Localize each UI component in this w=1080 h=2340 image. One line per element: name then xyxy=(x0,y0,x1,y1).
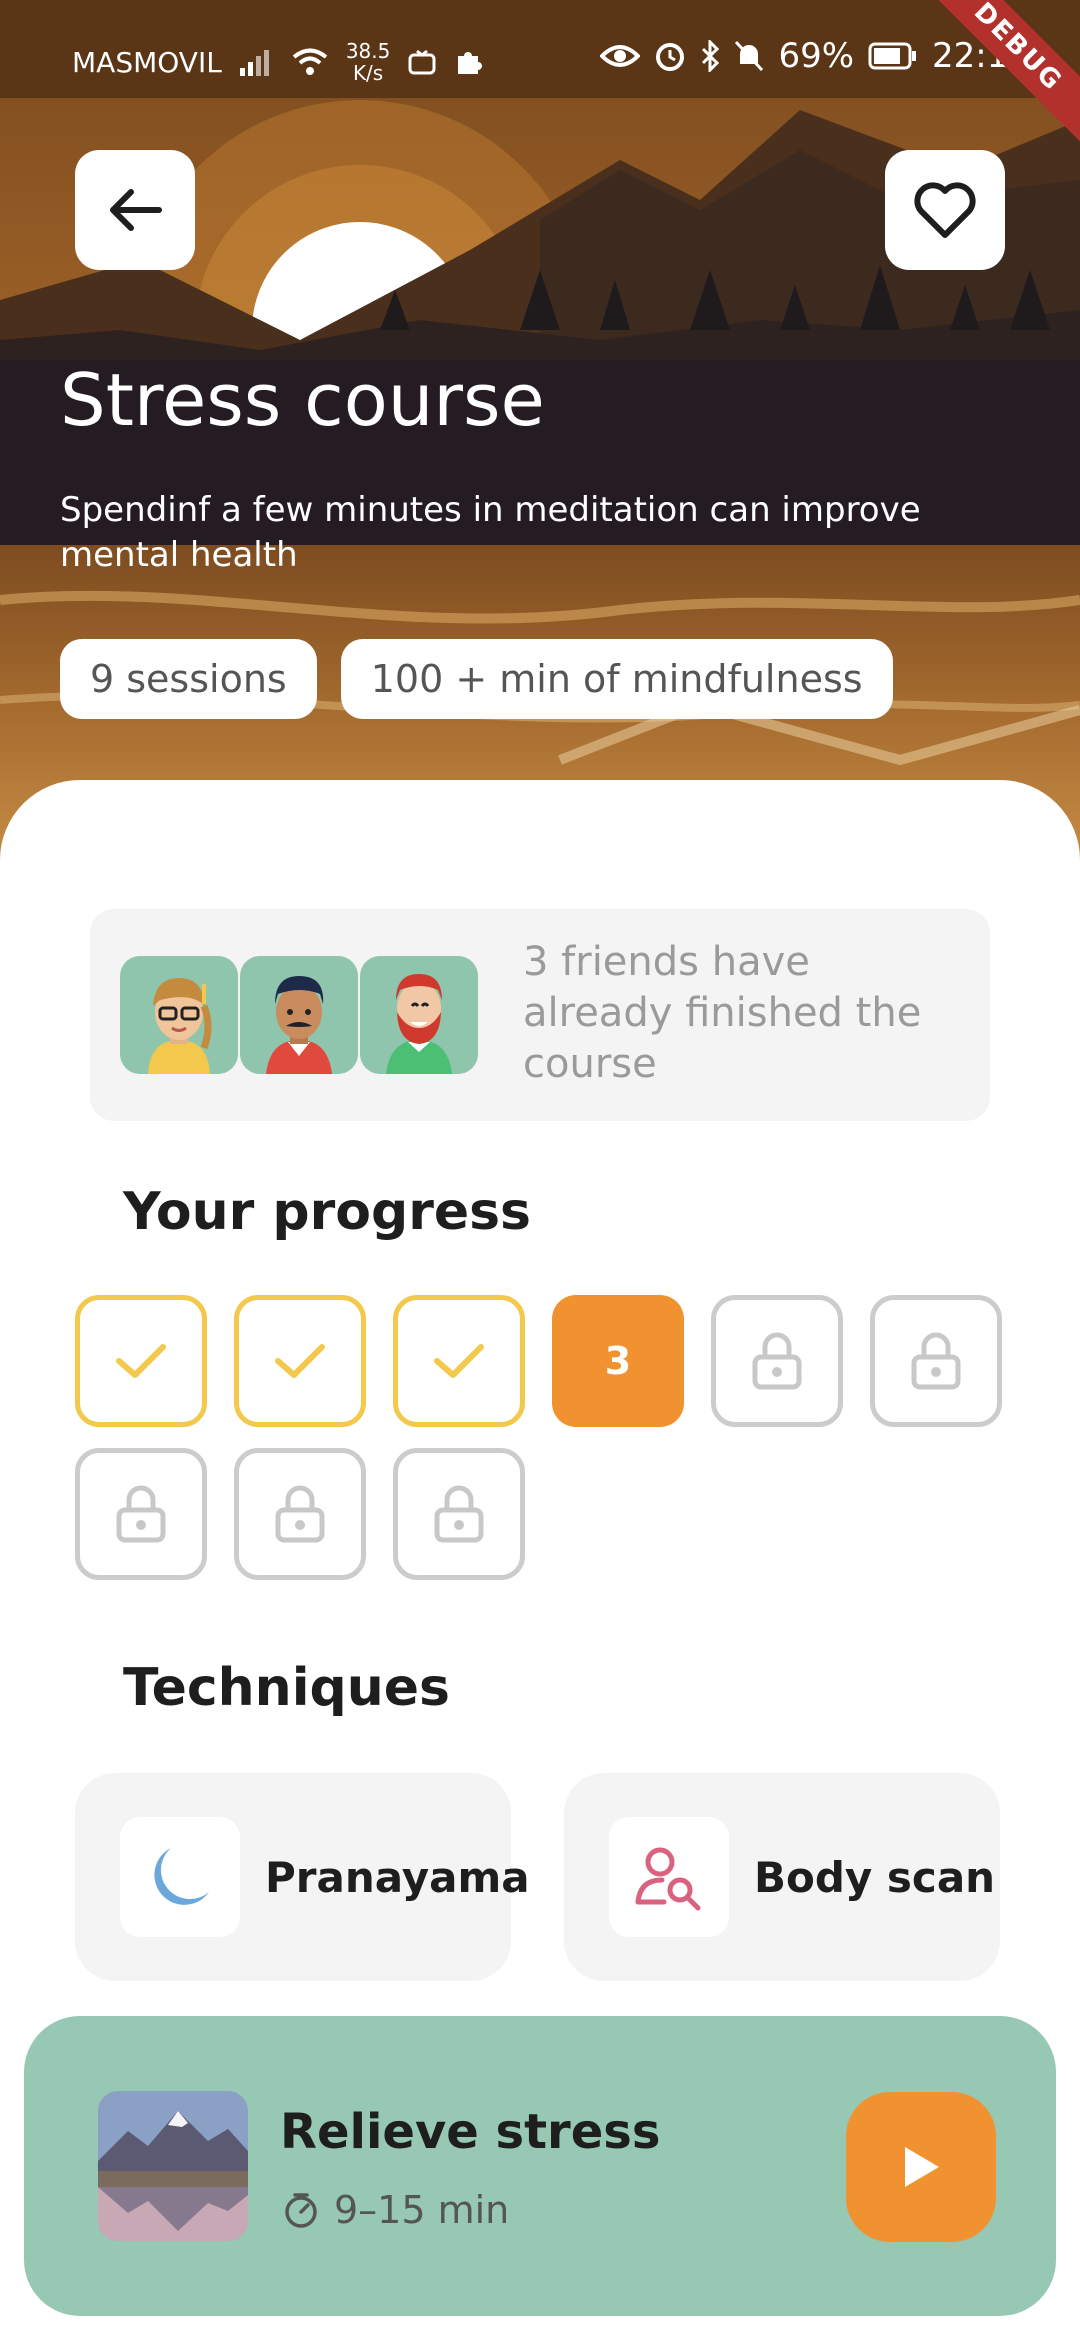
battery-percent: 69% xyxy=(778,36,855,76)
session-step-locked xyxy=(393,1448,525,1580)
course-stats: 9 sessions 100 + min of mindfulness xyxy=(60,639,893,719)
battery-icon xyxy=(868,42,917,70)
bell-off-icon xyxy=(735,40,764,72)
check-icon xyxy=(275,1344,325,1378)
now-playing-bar[interactable]: Relieve stress 9–15 min xyxy=(24,2016,1056,2316)
timer-icon xyxy=(285,2193,317,2228)
back-button[interactable] xyxy=(75,150,195,270)
session-step-2[interactable] xyxy=(234,1295,366,1427)
friend-avatar-3 xyxy=(360,956,478,1074)
friend-avatar-1 xyxy=(120,956,238,1074)
heart-icon xyxy=(914,182,976,238)
track-title: Relieve stress xyxy=(280,2104,661,2160)
technique-label: Body scan xyxy=(754,1853,996,1902)
arrow-left-icon xyxy=(110,189,162,231)
lock-icon xyxy=(434,1485,484,1543)
sessions-chip: 9 sessions xyxy=(60,639,317,719)
technique-label: Pranayama xyxy=(265,1853,530,1902)
session-step-locked xyxy=(711,1295,843,1427)
techniques-title: Techniques xyxy=(123,1658,450,1718)
minutes-chip: 100 + min of mindfulness xyxy=(340,639,893,719)
man-with-mustache-avatar-icon xyxy=(266,976,332,1074)
track-duration-row: 9–15 min xyxy=(282,2188,509,2232)
check-icon xyxy=(116,1344,166,1378)
lock-icon xyxy=(911,1332,961,1390)
wifi-icon xyxy=(292,48,328,75)
technique-card-body-scan[interactable]: Body scan xyxy=(564,1773,1000,1981)
user-search-icon xyxy=(635,1847,701,1911)
technique-icon-tile xyxy=(120,1817,240,1937)
lock-icon xyxy=(275,1485,325,1543)
friend-avatar-2 xyxy=(240,956,358,1074)
network-speed: 38.5 K/s xyxy=(345,39,391,85)
carrier-label: MASMOVIL xyxy=(72,45,222,79)
session-step-1[interactable] xyxy=(75,1295,207,1427)
red-bearded-man-avatar-icon xyxy=(386,974,452,1074)
session-step-locked xyxy=(75,1448,207,1580)
puzzle-icon xyxy=(458,52,483,74)
play-icon xyxy=(905,2147,939,2187)
check-icon xyxy=(434,1344,484,1378)
session-step-locked xyxy=(234,1448,366,1580)
lock-icon xyxy=(116,1485,166,1543)
eye-icon xyxy=(600,45,641,67)
course-title: Stress course xyxy=(60,358,545,442)
bluetooth-icon xyxy=(702,40,720,72)
alarm-icon xyxy=(656,43,685,71)
progress-title: Your progress xyxy=(123,1182,532,1242)
lock-icon xyxy=(752,1332,802,1390)
woman-with-glasses-avatar-icon xyxy=(148,978,212,1074)
session-step-current[interactable]: 3 xyxy=(552,1295,684,1427)
tv-icon xyxy=(408,49,436,75)
mountain-lake-thumbnail xyxy=(98,2091,248,2241)
track-thumbnail xyxy=(98,2091,248,2241)
moon-icon xyxy=(154,1848,209,1905)
friends-finished-card: 3 friends have already finished the cour… xyxy=(90,909,990,1121)
course-hero: MASMOVIL 38.5 K/s 69% 22:18 DEBUG Stress… xyxy=(0,0,1080,860)
session-step-locked xyxy=(870,1295,1002,1427)
track-duration: 9–15 min xyxy=(334,2188,510,2232)
play-button[interactable] xyxy=(846,2092,996,2242)
friends-finished-text: 3 friends have already finished the cour… xyxy=(523,939,922,1087)
status-bar: MASMOVIL 38.5 K/s 69% 22:18 xyxy=(0,0,1080,98)
technique-icon-tile xyxy=(609,1817,729,1937)
course-description: Spendinf a few minutes in meditation can… xyxy=(60,490,921,575)
technique-card-pranayama[interactable]: Pranayama xyxy=(75,1773,530,1981)
current-session-number: 3 xyxy=(604,1339,632,1383)
signal-icon xyxy=(239,50,269,76)
favorite-button[interactable] xyxy=(885,150,1005,270)
session-step-3[interactable] xyxy=(393,1295,525,1427)
